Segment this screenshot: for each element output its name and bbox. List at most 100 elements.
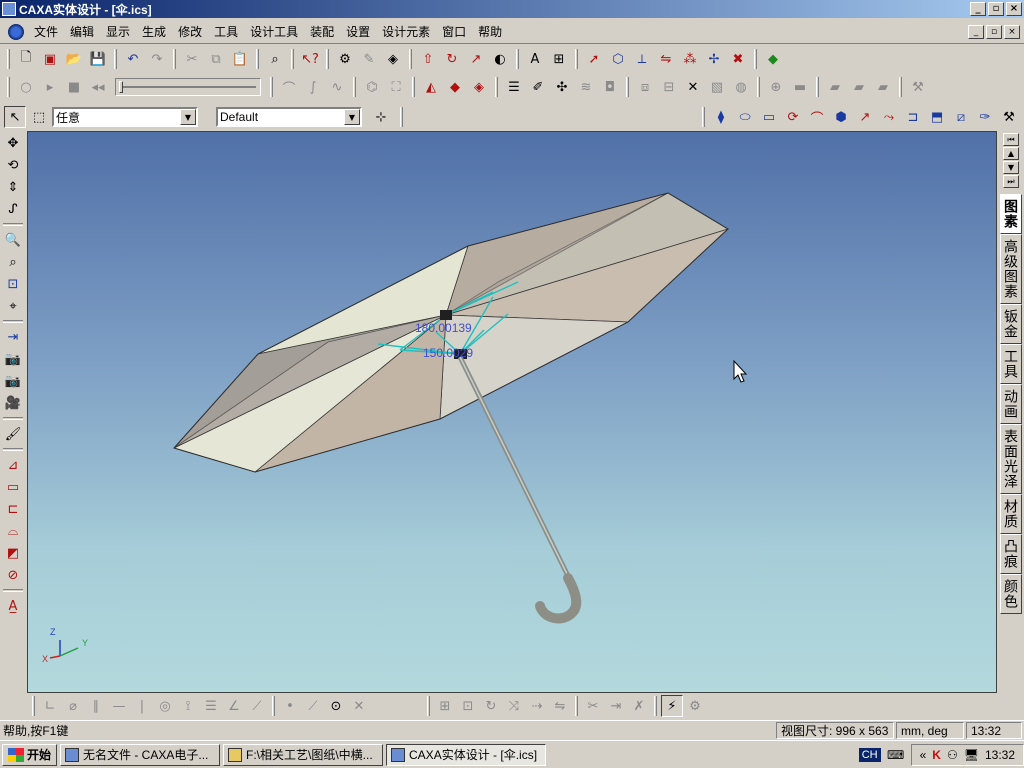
3d-viewport[interactable]: 180.00139 150.0029 Z Y X <box>27 131 997 693</box>
doc-minimize-button[interactable]: _ <box>968 24 984 39</box>
circle-tool-icon[interactable]: ⊘ <box>2 564 24 586</box>
find-icon[interactable]: ⌕ <box>264 48 286 70</box>
save-icon[interactable]: 💾 <box>87 48 109 70</box>
view-rotate-icon[interactable]: ⟳ <box>782 106 804 128</box>
view-front-icon[interactable]: ⧫ <box>710 106 732 128</box>
tab-material[interactable]: 材质 <box>1000 494 1022 534</box>
insert-icon[interactable]: ⊕ <box>765 76 787 98</box>
equal-icon[interactable]: ☰ <box>200 695 222 717</box>
render-style-select[interactable]: Default ▼ <box>216 107 362 127</box>
path-icon[interactable]: ⌒ <box>278 76 300 98</box>
camera-view-icon[interactable]: 📷 <box>2 348 24 370</box>
new-doc-icon[interactable]: 🗋 <box>15 48 37 70</box>
constraint-on-icon[interactable]: ⚡ <box>661 695 683 717</box>
keyboard-icon[interactable]: ⌨ <box>885 744 907 766</box>
panel-2-icon[interactable]: ▰ <box>848 76 870 98</box>
constraint-2-icon[interactable]: ⚙ <box>684 695 706 717</box>
tab-color[interactable]: 颜色 <box>1000 574 1022 614</box>
chevron-down-icon[interactable]: ▼ <box>180 109 196 125</box>
view-section-icon[interactable]: ⧄ <box>950 106 972 128</box>
first-tab-icon[interactable]: ⏮ <box>1003 133 1019 146</box>
select-arrow-icon[interactable]: ↖ <box>4 106 26 128</box>
next-tab-icon[interactable]: ▼ <box>1003 161 1019 174</box>
close-button[interactable]: × <box>1006 2 1022 16</box>
concentric-icon[interactable]: ◎ <box>154 695 176 717</box>
view-arc-icon[interactable]: ⌒ <box>806 106 828 128</box>
tray-expand-icon[interactable]: « <box>920 748 927 762</box>
copy-icon[interactable]: ⧉ <box>205 48 227 70</box>
view-box-icon[interactable]: ⬢ <box>830 106 852 128</box>
view-pen-icon[interactable]: ✑ <box>974 106 996 128</box>
tab-surface-finish[interactable]: 表面光泽 <box>1000 424 1022 494</box>
zoom-window-icon[interactable]: ⌕ <box>2 251 24 273</box>
input-language[interactable]: CH <box>858 747 881 762</box>
zoom-fit-icon[interactable]: ⊡ <box>2 273 24 295</box>
rewind-icon[interactable]: ◂◂ <box>87 76 109 98</box>
snap-icon[interactable]: ⊡ <box>457 695 479 717</box>
menu-view[interactable]: 显示 <box>100 20 136 44</box>
tab-animation[interactable]: 动画 <box>1000 384 1022 424</box>
chevron-down-icon[interactable]: ▼ <box>344 109 360 125</box>
brush-icon[interactable]: 🖌 <box>2 423 24 445</box>
play-icon[interactable]: ▸ <box>39 76 61 98</box>
curve-icon[interactable]: ∿ <box>326 76 348 98</box>
menu-design-tools[interactable]: 设计工具 <box>244 20 304 44</box>
menu-edit[interactable]: 编辑 <box>64 20 100 44</box>
split-icon[interactable]: ✗ <box>628 695 650 717</box>
cross-icon[interactable]: ✕ <box>348 695 370 717</box>
mirror-2d-icon[interactable]: ⇋ <box>549 695 571 717</box>
menu-modify[interactable]: 修改 <box>172 20 208 44</box>
stop-icon[interactable]: ■ <box>63 76 85 98</box>
task-explorer[interactable]: F:\相关工艺\图纸\中横... <box>223 743 384 766</box>
rotate-feature-icon[interactable]: ↻ <box>441 48 463 70</box>
zoom-icon[interactable]: 🔍 <box>2 229 24 251</box>
arc-tool-icon[interactable]: ⌓ <box>2 520 24 542</box>
antivirus-icon[interactable]: K <box>932 748 941 762</box>
view-link-icon[interactable]: ⤳ <box>878 106 900 128</box>
green-part-icon[interactable]: ◆ <box>762 48 784 70</box>
rect-icon[interactable]: ▬ <box>789 76 811 98</box>
solid-render-icon[interactable]: ◭ <box>420 76 442 98</box>
follow-path-icon[interactable]: ᔑ <box>2 198 24 220</box>
face-tool-icon[interactable]: ◩ <box>2 542 24 564</box>
view-iso-icon[interactable]: ⬭ <box>734 106 756 128</box>
orbit-icon[interactable]: ⟲ <box>2 154 24 176</box>
panel-icon[interactable]: ▰ <box>824 76 846 98</box>
select-box-icon[interactable]: ⬚ <box>28 106 50 128</box>
axis-icon[interactable]: ✢ <box>703 48 725 70</box>
prev-tab-icon[interactable]: ▲ <box>1003 147 1019 160</box>
redo-icon[interactable]: ↷ <box>146 48 168 70</box>
tab-emboss[interactable]: 凸痕 <box>1000 534 1022 574</box>
menu-assembly[interactable]: 装配 <box>304 20 340 44</box>
camera-2-icon[interactable]: 📷 <box>2 370 24 392</box>
tangent-icon[interactable]: ⌀ <box>62 695 84 717</box>
shell-icon[interactable]: ◘ <box>599 76 621 98</box>
delete-feature-icon[interactable]: ✖ <box>727 48 749 70</box>
hierarchy-icon[interactable]: ⊹ <box>370 106 392 128</box>
menu-window[interactable]: 窗口 <box>436 20 472 44</box>
doc-close-button[interactable]: × <box>1004 24 1020 39</box>
box-icon[interactable]: ▧ <box>706 76 728 98</box>
wrench-icon[interactable]: ⚒ <box>907 76 929 98</box>
group-icon[interactable]: ⧈ <box>634 76 656 98</box>
help-pointer-icon[interactable]: ↖? <box>299 48 321 70</box>
sweep-icon[interactable]: ↗ <box>465 48 487 70</box>
sphere-icon[interactable]: ◍ <box>730 76 752 98</box>
view-arrow-icon[interactable]: ↗ <box>854 106 876 128</box>
project-icon[interactable]: ⇢ <box>526 695 548 717</box>
network-icon[interactable]: ⚇ <box>947 748 958 762</box>
camera-3-icon[interactable]: 🎥 <box>2 392 24 414</box>
tab-primitives[interactable]: 图素 <box>1000 194 1022 234</box>
arrow-tool-icon[interactable]: ➚ <box>583 48 605 70</box>
extrude-icon[interactable]: ⇧ <box>417 48 439 70</box>
minimize-button[interactable]: _ <box>970 2 986 16</box>
animation-slider[interactable] <box>115 78 261 96</box>
intersect-icon[interactable]: ✣ <box>551 76 573 98</box>
document-icon[interactable] <box>8 23 24 40</box>
ungroup-icon[interactable]: ⊟ <box>658 76 680 98</box>
doc-restore-button[interactable]: ▫ <box>986 24 1002 39</box>
record-icon[interactable]: ○ <box>15 76 37 98</box>
start-button[interactable]: 开始 <box>2 743 58 766</box>
parallel-icon[interactable]: ∥ <box>85 695 107 717</box>
offset-icon[interactable]: ⤨ <box>503 695 525 717</box>
